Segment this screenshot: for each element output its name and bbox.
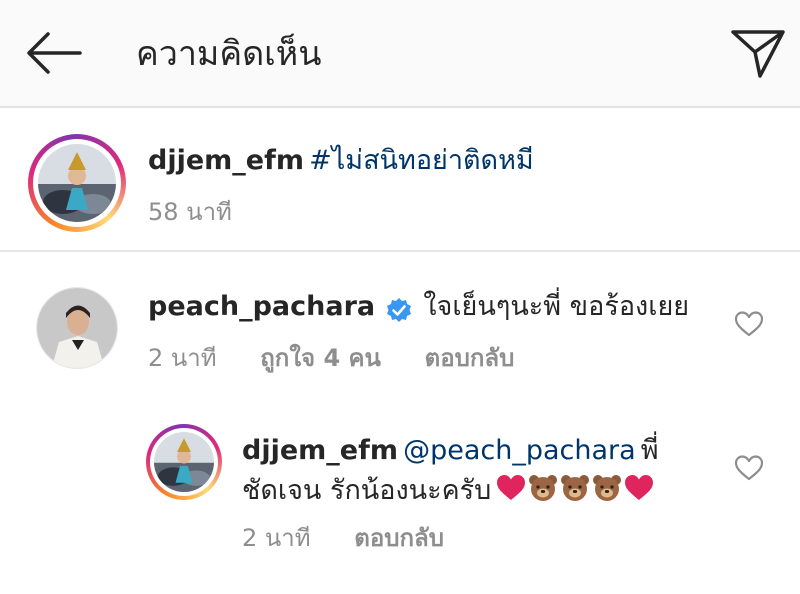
top-bar: ความคิดเห็น (0, 0, 800, 108)
comment-time: 2 นาที (148, 344, 217, 372)
comment-username[interactable]: peach_pachara (148, 291, 375, 322)
bear-face-icon (593, 475, 622, 501)
avatar-photo (37, 288, 117, 368)
heart-outline-icon (734, 311, 764, 337)
caption-time: 58 นาที (148, 198, 232, 226)
comment: peach_pachara ใจเย็นๆนะพี่ ขอร้องเยย 2 น… (0, 254, 800, 394)
avatar-photo (38, 144, 116, 222)
avatar-photo (154, 432, 214, 492)
caption-username[interactable]: djjem_efm (148, 145, 304, 176)
reply-button[interactable]: ตอบกลับ (354, 524, 444, 552)
likes-count[interactable]: ถูกใจ 4 คน (260, 344, 381, 372)
reply-button[interactable]: ตอบกลับ (425, 344, 515, 372)
heart-outline-icon (734, 455, 764, 481)
story-ring[interactable] (28, 134, 126, 232)
back-button[interactable] (24, 30, 84, 76)
avatar (154, 432, 214, 492)
share-button[interactable] (728, 24, 788, 82)
comment-username[interactable]: djjem_efm (242, 435, 398, 466)
comment-mention[interactable]: @peach_pachara (403, 435, 636, 466)
like-button[interactable] (734, 454, 764, 486)
comment-text-line1: พี่ (640, 435, 659, 466)
avatar (38, 144, 116, 222)
caption-hashtag[interactable]: #ไม่สนิทอย่าติดหมี (309, 145, 534, 176)
like-button[interactable] (734, 310, 764, 342)
comment-reply: djjem_efm @peach_pachara พี่ ชัดเจน รักน… (0, 410, 800, 570)
paper-plane-icon (731, 30, 785, 78)
story-ring[interactable] (146, 424, 222, 500)
post-caption: djjem_efm #ไม่สนิทอย่าติดหมี 58 นาที (0, 108, 800, 252)
comment-time: 2 นาที (242, 524, 311, 552)
page-title: ความคิดเห็น (136, 34, 322, 74)
verified-badge-icon (387, 297, 412, 322)
comment-text-line2: ชัดเจน รักน้องนะครับ (242, 475, 492, 506)
bear-face-icon (561, 475, 590, 501)
red-heart-icon (497, 475, 526, 500)
bear-face-icon (529, 475, 558, 501)
comment-text: ใจเย็นๆนะพี่ ขอร้องเยย (423, 291, 690, 322)
avatar[interactable] (36, 287, 118, 369)
arrow-left-icon (27, 32, 82, 74)
red-heart-icon (625, 475, 654, 500)
